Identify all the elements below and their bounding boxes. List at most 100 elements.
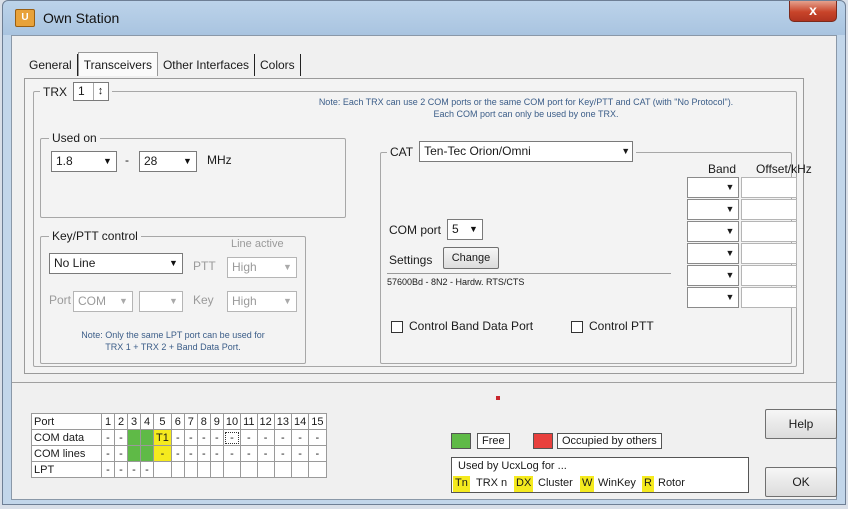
band-select[interactable]: ▼ (687, 265, 739, 286)
band-to-select[interactable]: 28 ▼ (139, 151, 197, 172)
port-cell[interactable]: - (196, 445, 211, 462)
port-cell[interactable]: - (196, 429, 211, 446)
lpt-note-line-1: Note: Only the same LPT port can be used… (81, 330, 265, 340)
port-cell[interactable]: - (240, 445, 258, 462)
port-cell[interactable]: - (308, 445, 327, 462)
port-cell[interactable]: - (308, 429, 327, 446)
tab-other-interfaces[interactable]: Other Interfaces (158, 54, 255, 76)
trx-spinner[interactable]: 1 ↕ (73, 82, 109, 101)
offset-input[interactable] (741, 221, 797, 242)
used-on-label: Used on (49, 131, 100, 145)
offset-input[interactable] (741, 265, 797, 286)
port-cell[interactable]: - (209, 445, 224, 462)
used-by-label: Used by UcxLog for ... (458, 460, 567, 472)
port-cell[interactable]: - (291, 445, 310, 462)
ok-button[interactable]: OK (765, 467, 837, 497)
offset-input[interactable] (741, 177, 797, 198)
port-cell[interactable] (308, 461, 327, 478)
ptt-active-select[interactable]: High ▼ (227, 257, 297, 278)
port-cell[interactable] (209, 461, 224, 478)
port-cell-focused[interactable]: - (222, 429, 242, 446)
port-cell[interactable]: - (127, 461, 141, 478)
port-cell[interactable]: - (209, 429, 224, 446)
port-cell[interactable] (196, 461, 211, 478)
port-cell[interactable] (153, 461, 172, 478)
cluster-text: Cluster (538, 477, 573, 489)
band-from-value: 1.8 (56, 154, 73, 168)
ptt-label: PTT (193, 259, 216, 273)
port-cell[interactable]: - (240, 429, 258, 446)
port-usage-table: Port 1 2 3 4 5 6 7 8 9 10 11 12 13 14 15… (31, 413, 327, 478)
port-cell-used[interactable]: T1 (153, 429, 172, 446)
key-active-select[interactable]: High ▼ (227, 291, 297, 312)
offset-input[interactable] (741, 287, 797, 308)
chevron-down-icon: ▼ (725, 248, 735, 258)
port-cell[interactable] (291, 461, 310, 478)
port-number-select[interactable]: ▼ (139, 291, 183, 312)
port-cell[interactable]: - (170, 445, 185, 462)
band-select[interactable]: ▼ (687, 287, 739, 308)
port-cell[interactable]: - (101, 461, 115, 478)
port-cell[interactable]: - (273, 445, 293, 462)
free-legend: Free (477, 433, 510, 449)
cat-protocol-select[interactable]: Ten-Tec Orion/Omni ▼ (419, 141, 634, 162)
port-cell[interactable]: - (273, 429, 293, 446)
row-label: COM data (31, 429, 102, 446)
offset-input[interactable] (741, 243, 797, 264)
control-band-data-port-label: Control Band Data Port (409, 319, 534, 333)
port-cell[interactable]: - (140, 461, 154, 478)
port-cell[interactable]: - (114, 461, 128, 478)
port-cell[interactable] (240, 461, 258, 478)
band-select[interactable]: ▼ (687, 199, 739, 220)
line-active-label: Line active (231, 238, 284, 250)
port-cell[interactable] (256, 461, 275, 478)
port-cell[interactable] (273, 461, 293, 478)
band-select[interactable]: ▼ (687, 177, 739, 198)
control-ptt-checkbox[interactable] (571, 321, 583, 333)
spin-arrows-icon[interactable]: ↕ (93, 83, 107, 100)
control-band-data-port-checkbox[interactable] (391, 321, 403, 333)
port-cell-free[interactable] (127, 445, 141, 462)
port-cell-used[interactable]: - (153, 445, 172, 462)
change-settings-button[interactable]: Change (443, 247, 499, 269)
band-select[interactable]: ▼ (687, 221, 739, 242)
port-cell-free[interactable] (140, 445, 154, 462)
title-bar[interactable]: U Own Station x (3, 1, 845, 35)
port-cell[interactable] (170, 461, 185, 478)
port-cell[interactable]: - (183, 445, 198, 462)
tab-general[interactable]: General (24, 54, 78, 76)
chevron-down-icon: ▼ (103, 156, 112, 166)
offset-input[interactable] (741, 199, 797, 220)
port-cell-free[interactable] (140, 429, 154, 446)
close-button[interactable]: x (789, 1, 837, 22)
port-type-select[interactable]: COM ▼ (73, 291, 133, 312)
port-cell[interactable]: - (101, 445, 115, 462)
port-cell[interactable]: - (256, 429, 275, 446)
port-number: 3 (127, 413, 141, 430)
port-cell-free[interactable] (127, 429, 141, 446)
key-ptt-line-select[interactable]: No Line ▼ (49, 253, 183, 274)
port-number: 1 (101, 413, 115, 430)
offset-column-header: Offset/kHz (756, 162, 812, 176)
port-number: 13 (273, 413, 293, 430)
port-cell[interactable]: - (170, 429, 185, 446)
com-port-label: COM port (389, 223, 442, 237)
port-cell[interactable]: - (101, 429, 115, 446)
port-cell[interactable]: - (291, 429, 310, 446)
port-cell[interactable]: - (183, 429, 198, 446)
port-cell[interactable] (183, 461, 198, 478)
port-cell[interactable]: - (222, 445, 242, 462)
trx-legend: TRX 1 ↕ (40, 82, 112, 101)
port-cell[interactable]: - (114, 445, 128, 462)
tab-transceivers[interactable]: Transceivers (77, 52, 158, 76)
tab-colors[interactable]: Colors (255, 54, 301, 76)
port-cell[interactable]: - (114, 429, 128, 446)
port-cell[interactable] (222, 461, 242, 478)
band-from-select[interactable]: 1.8 ▼ (51, 151, 117, 172)
port-cell[interactable]: - (256, 445, 275, 462)
key-ptt-label: Key/PTT control (49, 229, 141, 243)
help-button[interactable]: Help (765, 409, 837, 439)
band-select[interactable]: ▼ (687, 243, 739, 264)
chevron-down-icon: ▼ (119, 296, 128, 306)
cat-com-port-select[interactable]: 5 ▼ (447, 219, 483, 240)
